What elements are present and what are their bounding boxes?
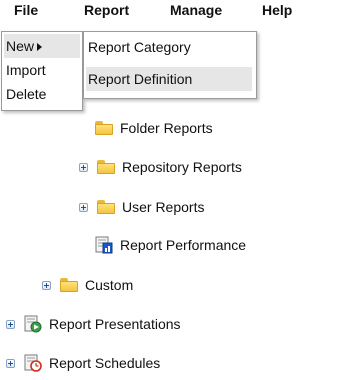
menu-report[interactable]: Report — [84, 2, 129, 18]
report-performance-icon — [95, 236, 113, 254]
menu-item-label: Report Category — [88, 39, 191, 55]
file-menu-import[interactable]: Import — [4, 58, 80, 82]
expand-icon[interactable] — [79, 202, 88, 212]
file-menu-new[interactable]: New — [4, 34, 80, 58]
expand-icon[interactable] — [79, 162, 88, 172]
menu-manage[interactable]: Manage — [170, 2, 222, 18]
folder-icon — [97, 160, 115, 174]
new-report-definition[interactable]: Report Definition — [86, 67, 252, 91]
tree-item-report-presentations[interactable]: Report Presentations — [6, 314, 181, 334]
file-menu-delete[interactable]: Delete — [4, 82, 80, 106]
new-report-category[interactable]: Report Category — [86, 35, 252, 59]
folder-icon — [97, 200, 115, 214]
menu-file[interactable]: File — [14, 2, 38, 18]
submenu-arrow-icon — [37, 43, 43, 51]
tree-item-label: Repository Reports — [122, 159, 242, 175]
tree-item-folder-reports[interactable]: Folder Reports — [95, 118, 213, 138]
folder-icon — [60, 278, 78, 292]
tree-item-custom[interactable]: Custom — [42, 275, 133, 295]
file-menu: New Import Delete — [1, 31, 83, 111]
menu-help[interactable]: Help — [262, 2, 292, 18]
report-schedule-icon — [24, 354, 42, 372]
tree-item-label: Report Performance — [120, 237, 247, 253]
expand-icon[interactable] — [6, 358, 15, 368]
tree-item-label: Custom — [85, 277, 134, 293]
tree-item-label: Folder Reports — [120, 120, 213, 136]
menu-item-label: New — [6, 38, 35, 54]
tree-item-repository-reports[interactable]: Repository Reports — [79, 157, 242, 177]
menu-item-label: Report Definition — [88, 71, 193, 87]
menu-bar: File Report Manage Help — [0, 0, 351, 22]
tree-item-label: Report Presentations — [49, 316, 181, 332]
tree-item-label: Report Schedules — [49, 355, 161, 371]
menu-item-label: Import — [6, 62, 46, 78]
tree-item-report-performance[interactable]: Report Performance — [95, 235, 246, 255]
new-submenu: Report Category Report Definition — [83, 31, 257, 99]
report-presentation-icon — [24, 315, 42, 333]
tree-item-label: User Reports — [122, 199, 205, 215]
expand-icon[interactable] — [6, 319, 15, 329]
folder-icon — [95, 121, 113, 135]
tree-item-user-reports[interactable]: User Reports — [79, 197, 204, 217]
tree-item-report-schedules[interactable]: Report Schedules — [6, 353, 160, 373]
expand-icon[interactable] — [42, 280, 51, 290]
menu-item-label: Delete — [6, 86, 47, 102]
